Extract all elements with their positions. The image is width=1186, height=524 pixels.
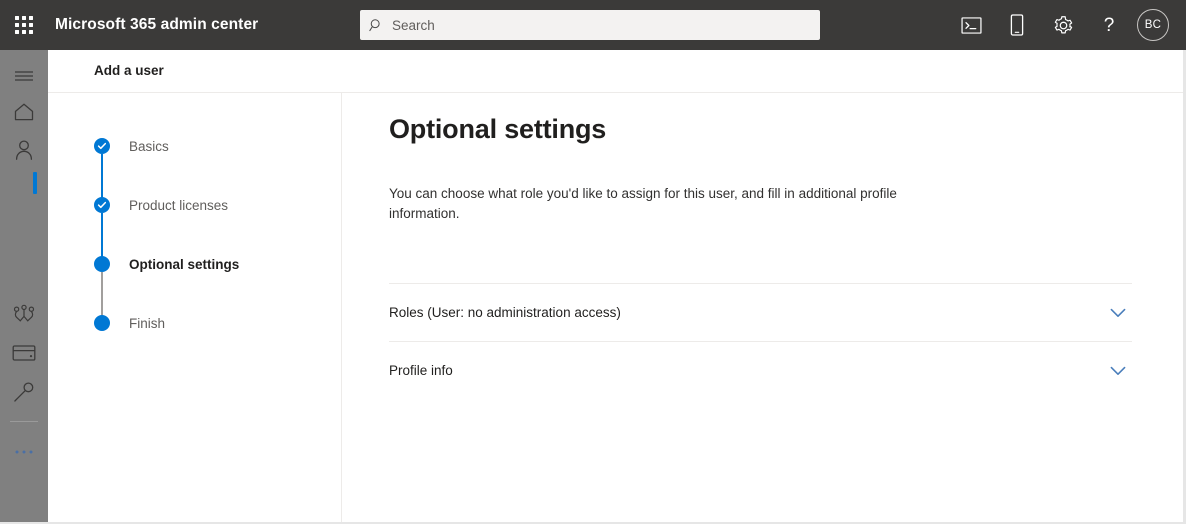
accordion-row-roles[interactable]: Roles (User: no administration access): [389, 283, 1132, 341]
users-icon[interactable]: [0, 130, 48, 170]
breadcrumb[interactable]: Add a user: [94, 63, 164, 78]
hamburger-icon[interactable]: [0, 56, 48, 96]
rail-divider: [10, 421, 38, 422]
wizard-step-product-licenses[interactable]: Product licenses: [94, 197, 228, 213]
wizard-step-finish[interactable]: Finish: [94, 315, 165, 331]
suite-actions: ? BC: [948, 0, 1178, 50]
app-launcher-button[interactable]: [0, 0, 48, 50]
suite-header: Microsoft 365 admin center Search ? BC: [0, 0, 1186, 50]
avatar[interactable]: BC: [1137, 9, 1169, 41]
active-nav-indicator: [33, 172, 37, 194]
avatar-initials: BC: [1144, 19, 1162, 31]
more-icon[interactable]: [0, 432, 48, 472]
admin-center-window: Microsoft 365 admin center Search ? BC A…: [0, 0, 1186, 524]
step-label: Product licenses: [129, 197, 229, 213]
breadcrumb-bar: Add a user: [48, 50, 1186, 92]
page-description: You can choose what role you'd like to a…: [389, 186, 897, 221]
accordion-row-profile-info[interactable]: Profile info: [389, 341, 1132, 399]
wizard-steps-panel: Basics Product licenses Optional setting…: [48, 93, 341, 524]
wizard-step-optional-settings[interactable]: Optional settings: [94, 256, 239, 272]
search-icon: [360, 18, 392, 33]
left-nav-rail: [0, 50, 48, 524]
svg-text:?: ?: [1104, 15, 1115, 36]
step-complete-check-icon: [94, 138, 110, 154]
accordion-title: Profile info: [389, 363, 453, 378]
search-input[interactable]: [392, 11, 802, 39]
console-icon[interactable]: [948, 0, 994, 50]
step-current-dot-icon: [94, 256, 110, 272]
setup-icon[interactable]: [0, 372, 48, 412]
main-content: Optional settings You can choose what ro…: [342, 93, 1186, 524]
search-box[interactable]: [360, 10, 820, 40]
chevron-down-icon[interactable]: [1108, 361, 1128, 381]
billing-icon[interactable]: [0, 333, 48, 373]
suite-title[interactable]: Microsoft 365 admin center: [55, 16, 258, 34]
help-icon[interactable]: ?: [1086, 0, 1132, 50]
optional-settings-accordion: Roles (User: no administration access) P…: [389, 283, 1132, 399]
step-label: Optional settings: [129, 256, 240, 272]
gear-icon[interactable]: [1040, 0, 1086, 50]
page-title: Optional settings: [389, 114, 607, 144]
step-complete-check-icon: [94, 197, 110, 213]
mobile-device-icon[interactable]: [994, 0, 1040, 50]
home-icon[interactable]: [0, 92, 48, 132]
accordion-title: Roles (User: no administration access): [389, 305, 621, 320]
teams-groups-icon[interactable]: [0, 294, 48, 334]
chevron-down-icon[interactable]: [1108, 303, 1128, 323]
step-upcoming-dot-icon: [94, 315, 110, 331]
wizard-step-basics[interactable]: Basics: [94, 138, 169, 154]
waffle-icon: [15, 16, 33, 34]
step-label: Finish: [129, 315, 166, 331]
step-label: Basics: [129, 138, 169, 154]
